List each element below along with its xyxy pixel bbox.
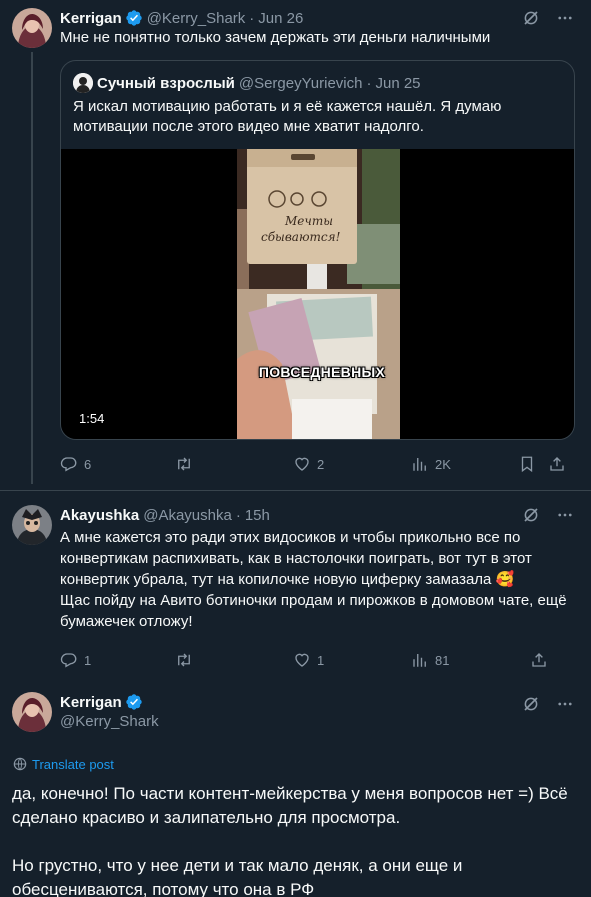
more-icon[interactable] xyxy=(555,505,575,525)
reply-count: 6 xyxy=(84,456,92,472)
separator-dot: · xyxy=(366,74,372,92)
author-handle[interactable]: @Kerry_Shark xyxy=(147,10,246,27)
avatar[interactable] xyxy=(12,692,52,732)
conversation-feed: Kerrigan @Kerry_Shark · Jun 26 Мне не по… xyxy=(0,0,591,897)
reply-button[interactable]: 6 xyxy=(60,455,175,473)
action-bar: 6 2 2K xyxy=(60,444,575,484)
views-button[interactable]: 2K xyxy=(411,455,518,473)
more-icon[interactable] xyxy=(555,8,575,28)
share-icon xyxy=(530,651,548,669)
author-name[interactable]: Kerrigan xyxy=(60,694,122,711)
quote-timestamp: Jun 25 xyxy=(375,74,421,92)
share-icon xyxy=(548,455,566,473)
views-icon xyxy=(411,455,429,473)
box-text-line1: Мечты xyxy=(284,214,333,228)
separator-dot: · xyxy=(235,506,241,524)
grok-icon[interactable] xyxy=(521,505,541,525)
quote-author-handle: @SergeyYurievich xyxy=(238,74,363,92)
timestamp[interactable]: Jun 26 xyxy=(258,10,303,27)
action-bar: 1 1 81 xyxy=(60,640,575,680)
avatar[interactable] xyxy=(12,505,52,545)
reply-icon xyxy=(60,455,78,473)
timestamp[interactable]: 15h xyxy=(245,507,270,524)
translate-post-link[interactable]: Translate post xyxy=(12,756,575,772)
views-button[interactable]: 81 xyxy=(411,651,530,669)
share-button[interactable] xyxy=(548,455,566,473)
video-caption: ПОВСЕДНЕВНЫХ xyxy=(258,364,386,380)
separator-dot: · xyxy=(249,9,255,27)
reply-icon xyxy=(60,651,78,669)
more-icon[interactable] xyxy=(555,694,575,714)
quote-avatar xyxy=(73,73,93,93)
tweet-akayushka[interactable]: Akayushka @Akayushka · 15h А мне кажется… xyxy=(0,491,591,680)
video-player[interactable]: Мечты сбываются! ПОВСЕДНЕВНЫХ 1:54 xyxy=(61,149,574,439)
tweet-kerrigan-1[interactable]: Kerrigan @Kerry_Shark · Jun 26 Мне не по… xyxy=(0,0,591,484)
tweet-text: да, конечно! По части контент-мейкерства… xyxy=(12,784,568,897)
like-button[interactable]: 1 xyxy=(293,651,411,669)
repost-icon xyxy=(175,651,193,669)
author-name[interactable]: Kerrigan xyxy=(60,10,122,27)
tweet-text: А мне кажется это ради этих видосиков и … xyxy=(60,529,567,630)
grok-icon[interactable] xyxy=(521,694,541,714)
author-handle[interactable]: @Kerry_Shark xyxy=(60,712,159,732)
repost-icon xyxy=(175,455,193,473)
video-duration: 1:54 xyxy=(73,410,111,427)
grok-icon[interactable] xyxy=(521,8,541,28)
focused-tweet: Kerrigan @Kerry_Shark Translate post да,… xyxy=(0,680,591,897)
repost-button[interactable] xyxy=(175,455,293,473)
repost-button[interactable] xyxy=(175,651,293,669)
bookmark-icon xyxy=(518,455,536,473)
quote-author-name: Сучный взрослый xyxy=(97,74,235,92)
like-icon xyxy=(293,651,311,669)
box-text-line2: сбываются! xyxy=(261,230,341,244)
translate-label: Translate post xyxy=(32,756,114,772)
tweet-text: Мне не понятно только зачем держать эти … xyxy=(60,29,491,46)
quoted-tweet[interactable]: Сучный взрослый @SergeyYurievich · Jun 2… xyxy=(60,60,575,440)
share-button[interactable] xyxy=(530,651,548,669)
verified-badge-icon xyxy=(125,9,143,27)
thread-line xyxy=(31,52,33,484)
avatar[interactable] xyxy=(12,8,52,48)
author-name[interactable]: Akayushka xyxy=(60,507,139,524)
like-count: 1 xyxy=(317,652,325,668)
bookmark-button[interactable] xyxy=(518,455,548,473)
like-button[interactable]: 2 xyxy=(293,455,411,473)
verified-badge-icon xyxy=(125,693,143,711)
views-icon xyxy=(411,651,429,669)
quote-text: Я искал мотивацию работать и я её кажетс… xyxy=(73,98,502,135)
like-count: 2 xyxy=(317,456,325,472)
views-count: 2K xyxy=(435,456,451,472)
like-icon xyxy=(293,455,311,473)
author-handle[interactable]: @Akayushka xyxy=(143,507,232,524)
globe-icon xyxy=(12,756,28,772)
reply-button[interactable]: 1 xyxy=(60,651,175,669)
reply-count: 1 xyxy=(84,652,92,668)
video-thumbnail: Мечты сбываются! ПОВСЕДНЕВНЫХ xyxy=(237,149,400,439)
views-count: 81 xyxy=(435,652,450,668)
